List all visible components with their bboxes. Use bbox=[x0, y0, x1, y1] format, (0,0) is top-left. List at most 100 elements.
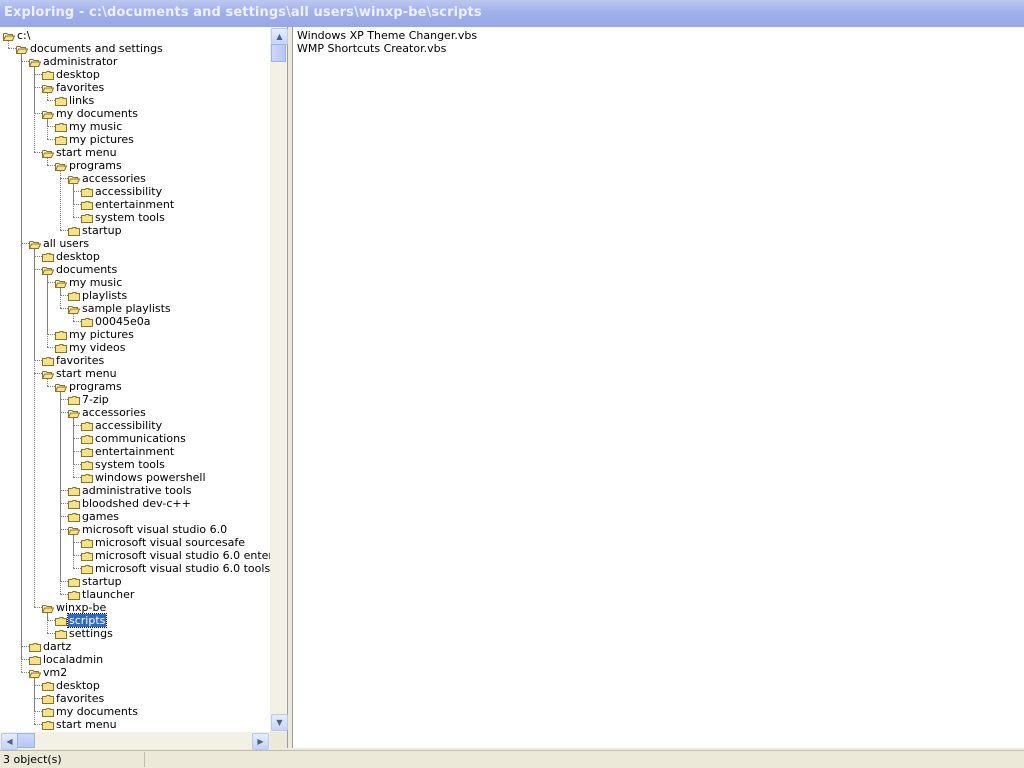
tree-item[interactable]: accessibility bbox=[0, 185, 270, 198]
tree-item-label[interactable]: my music bbox=[68, 120, 123, 133]
tree-item-label[interactable]: documents and settings bbox=[29, 42, 164, 55]
tree-item-label[interactable]: administrator bbox=[42, 55, 118, 68]
tree-item[interactable]: communications bbox=[0, 432, 270, 445]
tree-item-label[interactable]: winxp-be bbox=[55, 601, 107, 614]
tree-item[interactable]: scripts bbox=[0, 613, 270, 628]
tree-item[interactable]: tlauncher bbox=[0, 588, 270, 601]
tree-item-label[interactable]: my videos bbox=[68, 341, 127, 354]
tree-item-label[interactable]: programs bbox=[68, 380, 123, 393]
horizontal-scroll-thumb[interactable] bbox=[17, 733, 35, 748]
tree-item[interactable]: accessibility bbox=[0, 419, 270, 432]
tree-item[interactable]: desktop bbox=[0, 250, 270, 263]
tree-item-label[interactable]: administrative tools bbox=[81, 484, 193, 497]
tree-item[interactable]: c:\ bbox=[0, 29, 270, 42]
tree-item[interactable]: documents and settings bbox=[0, 42, 270, 55]
scroll-down-button[interactable]: ▼ bbox=[271, 714, 288, 731]
tree-item[interactable]: microsoft visual sourcesafe bbox=[0, 536, 270, 549]
tree-item[interactable]: vm2 bbox=[0, 666, 270, 679]
tree-item[interactable]: favorites bbox=[0, 354, 270, 367]
tree-item[interactable]: start menu bbox=[0, 146, 270, 159]
tree-item[interactable]: dartz bbox=[0, 640, 270, 653]
tree-vertical-scrollbar[interactable]: ▲ ▼ bbox=[270, 27, 288, 732]
tree-item[interactable]: accessories bbox=[0, 406, 270, 419]
tree-item-label[interactable]: localadmin bbox=[42, 653, 104, 666]
tree-item-label[interactable]: windows powershell bbox=[94, 471, 207, 484]
tree-item-label[interactable]: communications bbox=[94, 432, 187, 445]
tree-item-label[interactable]: vm2 bbox=[42, 666, 68, 679]
tree-item-label[interactable]: bloodshed dev-c++ bbox=[81, 497, 192, 510]
tree-item-label[interactable]: favorites bbox=[55, 354, 105, 367]
tree-item[interactable]: games bbox=[0, 510, 270, 523]
tree-item[interactable]: winxp-be bbox=[0, 601, 270, 614]
tree-item[interactable]: settings bbox=[0, 627, 270, 640]
tree-item-label[interactable]: my music bbox=[68, 276, 123, 289]
tree-item-label[interactable]: accessibility bbox=[94, 185, 163, 198]
tree-item[interactable]: my videos bbox=[0, 341, 270, 354]
tree-item[interactable]: administrative tools bbox=[0, 484, 270, 497]
tree-item-label[interactable]: 7-zip bbox=[81, 393, 110, 406]
tree-item[interactable]: administrator bbox=[0, 55, 270, 68]
tree-item[interactable]: start menu bbox=[0, 718, 270, 731]
tree-item-label[interactable]: sample playlists bbox=[81, 302, 172, 315]
scroll-up-button[interactable]: ▲ bbox=[271, 28, 288, 45]
folder-tree-pane[interactable]: c:\ documents and settings administrator de… bbox=[0, 27, 288, 750]
tree-item[interactable]: startup bbox=[0, 224, 270, 237]
tree-item-label[interactable]: microsoft visual studio 6.0 bbox=[81, 523, 228, 536]
tree-item[interactable]: microsoft visual studio 6.0 enterprise t… bbox=[0, 549, 270, 562]
tree-item-label[interactable]: desktop bbox=[55, 250, 101, 263]
tree-item[interactable]: entertainment bbox=[0, 445, 270, 458]
tree-item-label[interactable]: microsoft visual studio 6.0 enterprise t… bbox=[94, 549, 270, 562]
tree-item-label[interactable]: startup bbox=[81, 224, 123, 237]
tree-item[interactable]: accessories bbox=[0, 172, 270, 185]
file-item[interactable]: Windows XP Theme Changer.vbs bbox=[297, 29, 477, 42]
tree-item-label[interactable]: my documents bbox=[55, 705, 139, 718]
scroll-left-button[interactable]: ◀ bbox=[1, 733, 18, 750]
tree-item[interactable]: my pictures bbox=[0, 133, 270, 146]
tree-item[interactable]: system tools bbox=[0, 458, 270, 471]
tree-item-label[interactable]: start menu bbox=[55, 718, 118, 731]
tree-item[interactable]: all users bbox=[0, 237, 270, 250]
tree-item[interactable]: links bbox=[0, 94, 270, 107]
file-list-pane[interactable]: Windows XP Theme Changer.vbs WMP Shortcu… bbox=[292, 27, 1024, 748]
tree-item[interactable]: system tools bbox=[0, 211, 270, 224]
tree-item-label[interactable]: dartz bbox=[42, 640, 72, 653]
tree-item[interactable]: playlists bbox=[0, 289, 270, 302]
tree-item-label[interactable]: documents bbox=[55, 263, 118, 276]
tree-item[interactable]: 7-zip bbox=[0, 393, 270, 406]
tree-item[interactable]: windows powershell bbox=[0, 471, 270, 484]
tree-item-label[interactable]: accessories bbox=[81, 172, 147, 185]
tree-item[interactable]: localadmin bbox=[0, 653, 270, 666]
tree-item-label[interactable]: my documents bbox=[55, 107, 139, 120]
tree-item[interactable]: microsoft visual studio 6.0 bbox=[0, 523, 270, 536]
tree-item-label[interactable]: scripts bbox=[66, 613, 108, 628]
tree-item[interactable]: my documents bbox=[0, 705, 270, 718]
title-bar[interactable]: Exploring - c:\documents and settings\al… bbox=[0, 0, 1024, 27]
tree-item-label[interactable]: 00045e0a bbox=[94, 315, 152, 328]
tree-item[interactable]: my music bbox=[0, 276, 270, 289]
tree-item-label[interactable]: startup bbox=[81, 575, 123, 588]
tree-item-label[interactable]: accessibility bbox=[94, 419, 163, 432]
tree-item-label[interactable]: settings bbox=[68, 627, 114, 640]
tree-item[interactable]: 00045e0a bbox=[0, 315, 270, 328]
tree-item-label[interactable]: entertainment bbox=[94, 198, 175, 211]
tree-item-label[interactable]: my pictures bbox=[68, 133, 135, 146]
tree-item-label[interactable]: playlists bbox=[81, 289, 128, 302]
tree-item[interactable]: favorites bbox=[0, 692, 270, 705]
tree-item[interactable]: startup bbox=[0, 575, 270, 588]
tree-item-label[interactable]: favorites bbox=[55, 692, 105, 705]
tree-item-label[interactable]: programs bbox=[68, 159, 123, 172]
tree-item-label[interactable]: all users bbox=[42, 237, 90, 250]
tree-item[interactable]: desktop bbox=[0, 679, 270, 692]
tree-item-label[interactable]: desktop bbox=[55, 679, 101, 692]
tree-item-label[interactable]: games bbox=[81, 510, 120, 523]
tree-item-label[interactable]: accessories bbox=[81, 406, 147, 419]
tree-horizontal-scrollbar[interactable]: ◀ ▶ bbox=[0, 732, 270, 750]
tree-item-label[interactable]: favorites bbox=[55, 81, 105, 94]
tree-item-label[interactable]: microsoft visual sourcesafe bbox=[94, 536, 246, 549]
scroll-right-button[interactable]: ▶ bbox=[252, 733, 269, 750]
tree-item[interactable]: programs bbox=[0, 159, 270, 172]
tree-item-label[interactable]: start menu bbox=[55, 367, 118, 380]
tree-item-label[interactable]: my pictures bbox=[68, 328, 135, 341]
tree-item-label[interactable]: c:\ bbox=[16, 29, 31, 42]
vertical-scroll-thumb[interactable] bbox=[271, 44, 286, 62]
